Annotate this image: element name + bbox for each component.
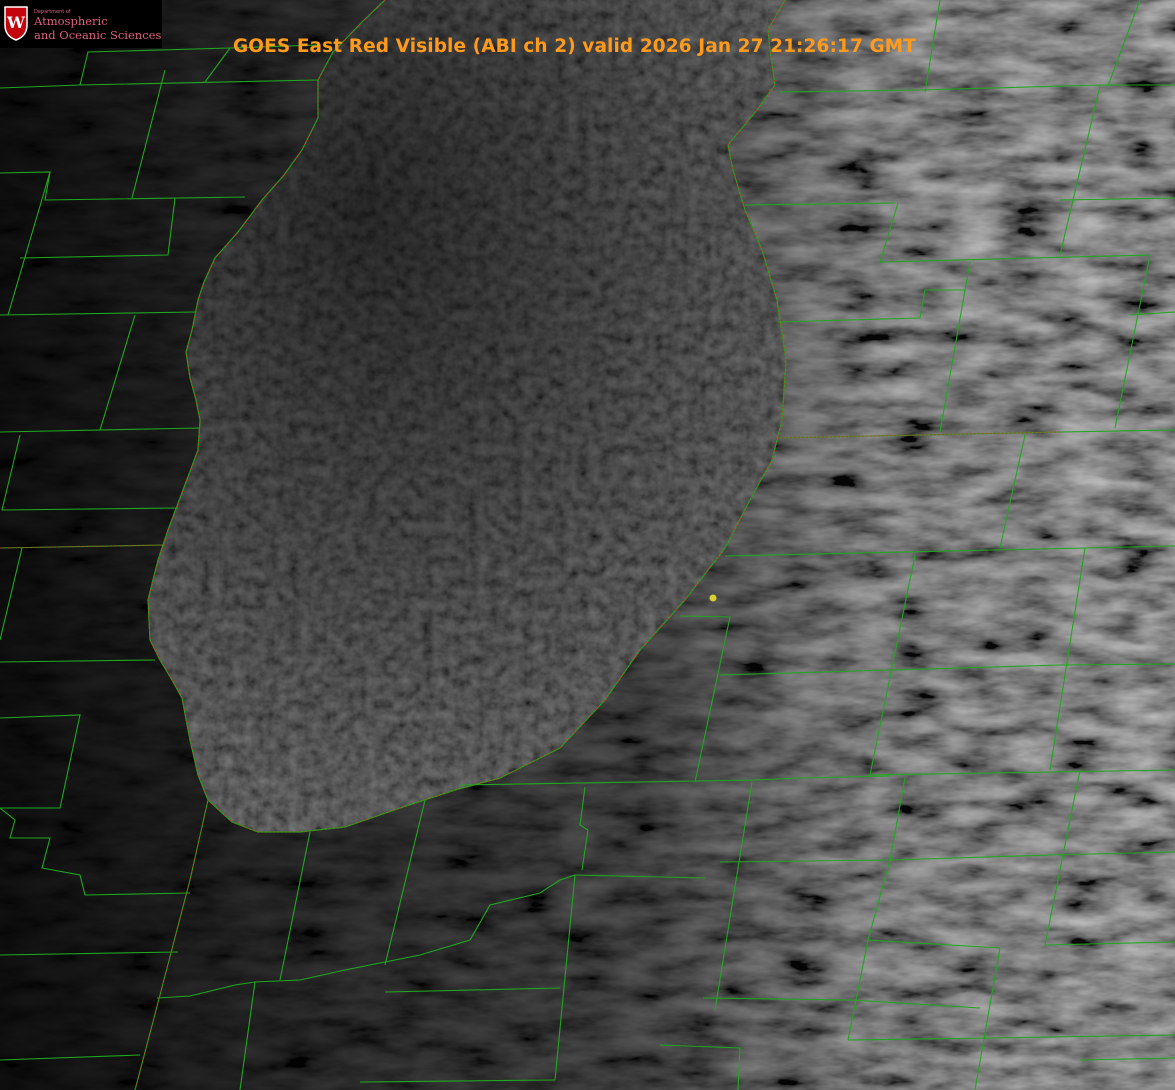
uw-crest-icon: W — [4, 6, 28, 41]
crest-letter: W — [6, 13, 26, 32]
uw-aos-logo: W Department of Atmospheric and Oceanic … — [0, 0, 162, 48]
satellite-image-viewer: W Department of Atmospheric and Oceanic … — [0, 0, 1175, 1090]
station-dot-icon — [709, 594, 717, 602]
logo-line-2: and Oceanic Sciences — [34, 28, 162, 42]
image-title: GOES East Red Visible (ABI ch 2) valid 2… — [233, 36, 916, 57]
satellite-map — [0, 0, 1175, 1090]
logo-line-1: Atmospheric — [34, 14, 108, 28]
